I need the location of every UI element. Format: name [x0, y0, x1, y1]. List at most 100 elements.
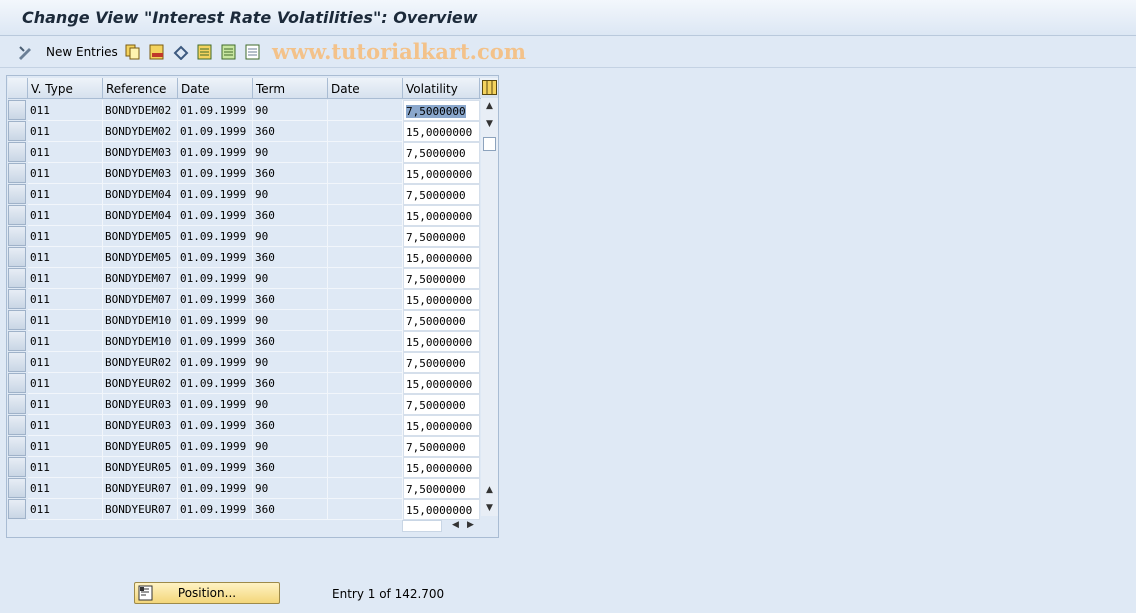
page-up-icon[interactable]: ▼: [483, 118, 496, 131]
row-selector[interactable]: [8, 331, 26, 351]
row-selector[interactable]: [8, 247, 26, 267]
select-all-header[interactable]: [8, 78, 28, 99]
cell-volatility[interactable]: 15,0000000: [403, 331, 480, 352]
delete-button[interactable]: [149, 42, 165, 62]
table-row: 011 BONDYEUR05 01.09.1999 360 15,0000000: [8, 457, 480, 478]
cell-date-2: [328, 163, 403, 184]
row-selector[interactable]: [8, 436, 26, 456]
cell-text: BONDYEUR05: [105, 461, 172, 474]
cell-text: BONDYDEM04: [105, 188, 172, 201]
cell-volatility[interactable]: 15,0000000: [403, 499, 480, 520]
horizontal-track[interactable]: [402, 520, 442, 532]
cell-volatility[interactable]: 15,0000000: [403, 205, 480, 226]
cell-volatility[interactable]: 7,5000000: [403, 310, 480, 331]
cell-volatility[interactable]: 7,5000000: [403, 100, 480, 121]
cell-term: 90: [253, 100, 328, 121]
cell-text: 011: [30, 104, 50, 117]
cell-text: 01.09.1999: [180, 146, 247, 159]
delete-icon: [149, 44, 165, 60]
cell-text: 360: [255, 377, 275, 390]
row-selector[interactable]: [8, 289, 26, 309]
cell-volatility[interactable]: 7,5000000: [403, 394, 480, 415]
vertical-scrollbar[interactable]: ▲ ▼ ▲ ▼: [481, 98, 498, 516]
cell-text: 011: [30, 188, 50, 201]
new-entries-button[interactable]: New Entries: [46, 42, 118, 62]
row-selector[interactable]: [8, 205, 26, 225]
row-selector[interactable]: [8, 268, 26, 288]
cell-text: 01.09.1999: [180, 398, 247, 411]
deselect-all-button[interactable]: [245, 42, 261, 62]
cell-volatility[interactable]: 7,5000000: [403, 478, 480, 499]
change-display-button[interactable]: [17, 42, 33, 62]
scroll-left-icon[interactable]: ◀: [449, 519, 462, 532]
row-selector[interactable]: [8, 226, 26, 246]
select-block-icon: [221, 44, 237, 60]
cell-volatility[interactable]: 15,0000000: [403, 373, 480, 394]
cell-reference: BONDYDEM02: [103, 121, 178, 142]
cell-text: 01.09.1999: [180, 335, 247, 348]
cell-text: 90: [255, 146, 269, 159]
cell-text: 15,0000000: [406, 294, 473, 307]
scroll-thumb[interactable]: [483, 137, 496, 151]
cell-term: 360: [253, 205, 328, 226]
cell-text: 360: [255, 293, 275, 306]
cell-volatility[interactable]: 15,0000000: [403, 247, 480, 268]
row-selector[interactable]: [8, 100, 26, 120]
page-down-icon[interactable]: ▲: [483, 484, 496, 497]
scroll-down-icon[interactable]: ▼: [483, 502, 496, 515]
col-header-date-2[interactable]: Date: [328, 78, 403, 99]
row-selector[interactable]: [8, 394, 26, 414]
copy-button[interactable]: [125, 42, 141, 62]
row-selector[interactable]: [8, 142, 26, 162]
cell-volatility[interactable]: 15,0000000: [403, 457, 480, 478]
cell-volatility[interactable]: 15,0000000: [403, 289, 480, 310]
horizontal-scrollbar[interactable]: ◀ ▶: [402, 518, 480, 534]
col-header-reference[interactable]: Reference: [103, 78, 178, 99]
cell-volatility[interactable]: 7,5000000: [403, 226, 480, 247]
cell-volatility[interactable]: 15,0000000: [403, 121, 480, 142]
cell-v-type: 011: [28, 373, 103, 394]
row-selector[interactable]: [8, 310, 26, 330]
col-header-v-type[interactable]: V. Type: [28, 78, 103, 99]
cell-reference: BONDYEUR05: [103, 457, 178, 478]
cell-text: BONDYDEM10: [105, 314, 172, 327]
position-button[interactable]: Position...: [134, 582, 280, 604]
col-header-term[interactable]: Term: [253, 78, 328, 99]
scroll-up-icon[interactable]: ▲: [483, 100, 496, 113]
row-selector[interactable]: [8, 163, 26, 183]
cell-date-2: [328, 226, 403, 247]
cell-volatility[interactable]: 15,0000000: [403, 415, 480, 436]
select-block-button[interactable]: [221, 42, 237, 62]
cell-volatility[interactable]: 7,5000000: [403, 268, 480, 289]
table-row: 011 BONDYEUR07 01.09.1999 360 15,0000000: [8, 499, 480, 520]
cell-text: 7,5000000: [406, 441, 466, 454]
select-all-button[interactable]: [197, 42, 213, 62]
cell-text: 90: [255, 356, 269, 369]
scroll-right-icon[interactable]: ▶: [464, 519, 477, 532]
row-selector[interactable]: [8, 415, 26, 435]
col-header-volatility[interactable]: Volatility: [403, 78, 480, 99]
row-selector[interactable]: [8, 373, 26, 393]
undo-button[interactable]: [173, 42, 189, 62]
cell-volatility[interactable]: 7,5000000: [403, 142, 480, 163]
cell-volatility[interactable]: 7,5000000: [403, 352, 480, 373]
row-selector[interactable]: [8, 457, 26, 477]
cell-text: 01.09.1999: [180, 209, 247, 222]
cell-text: BONDYDEM10: [105, 335, 172, 348]
column-settings-button[interactable]: [480, 78, 499, 99]
cell-term: 90: [253, 352, 328, 373]
cell-volatility[interactable]: 7,5000000: [403, 184, 480, 205]
cell-volatility[interactable]: 7,5000000: [403, 436, 480, 457]
row-selector[interactable]: [8, 499, 26, 519]
cell-text: 15,0000000: [406, 420, 473, 433]
cell-text: 01.09.1999: [180, 503, 247, 516]
row-selector[interactable]: [8, 121, 26, 141]
row-selector[interactable]: [8, 352, 26, 372]
cell-volatility[interactable]: 15,0000000: [403, 163, 480, 184]
undo-icon: [173, 44, 189, 61]
col-header-date[interactable]: Date: [178, 78, 253, 99]
row-selector[interactable]: [8, 478, 26, 498]
row-selector[interactable]: [8, 184, 26, 204]
cell-date-2: [328, 352, 403, 373]
cell-reference: BONDYEUR02: [103, 352, 178, 373]
